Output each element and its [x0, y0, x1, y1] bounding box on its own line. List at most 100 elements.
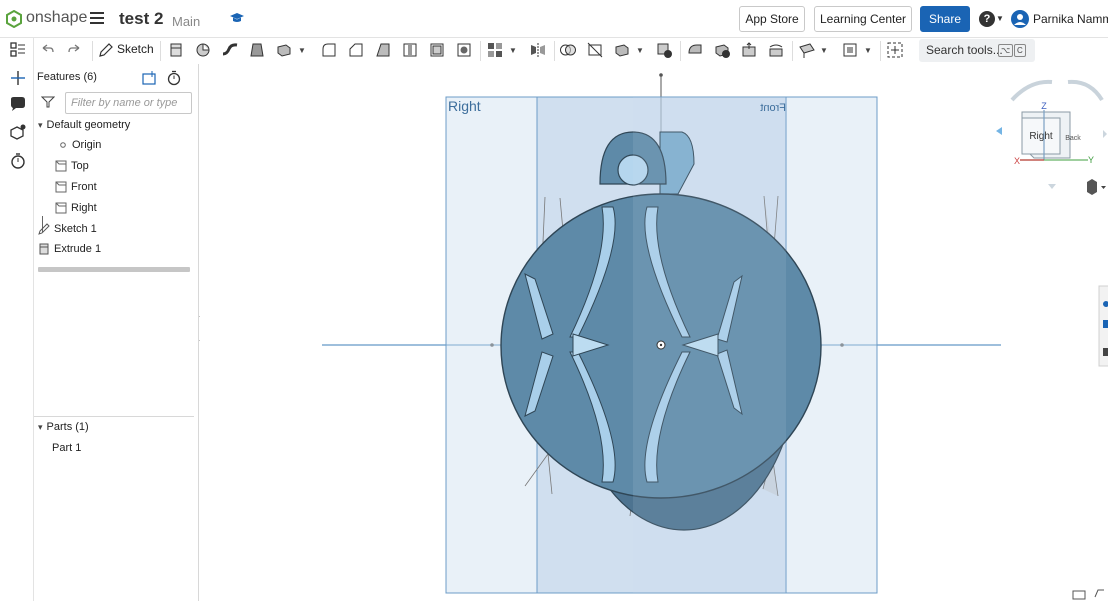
chevron-down-icon[interactable]: ▾	[38, 422, 43, 433]
search-tools-button[interactable]: Search tools... ⌥ C	[919, 39, 1035, 62]
shell-icon[interactable]	[428, 41, 446, 59]
toolbar-divider	[480, 41, 481, 61]
parts-header[interactable]: ▾ Parts (1)	[38, 421, 89, 433]
mirror-icon[interactable]	[529, 41, 547, 59]
split-icon[interactable]	[586, 41, 604, 59]
app-store-button[interactable]: App Store	[739, 6, 805, 32]
plane-overlay	[633, 97, 786, 593]
rib-icon[interactable]	[401, 41, 419, 59]
avatar[interactable]	[1011, 10, 1029, 28]
undo-icon[interactable]	[38, 41, 56, 59]
extrude-icon	[39, 243, 49, 255]
chevron-down-icon[interactable]: ▾	[38, 120, 43, 131]
features-title: Features (6)	[37, 71, 97, 83]
menu-icon[interactable]	[90, 12, 104, 24]
graduation-cap-icon[interactable]	[230, 12, 244, 24]
sketch-button[interactable]: Sketch	[117, 42, 154, 56]
view-cube-rotate-arc[interactable]	[1010, 79, 1053, 102]
view-options-button[interactable]	[1087, 179, 1106, 195]
view-cube-face-label: Right	[1029, 131, 1053, 142]
tree-item-origin[interactable]: Origin	[58, 139, 101, 151]
tree-item-right[interactable]: Right	[55, 202, 97, 214]
model-canvas[interactable]: Right Front Right Back Z X Y	[200, 64, 1108, 601]
revolve-icon[interactable]	[194, 41, 212, 59]
transform-icon[interactable]	[613, 41, 631, 59]
learning-center-button[interactable]: Learning Center	[814, 6, 912, 32]
view-cube[interactable]: Right Back Z X Y	[996, 79, 1107, 189]
boolean-icon[interactable]	[559, 41, 577, 59]
insert-feature-icon[interactable]	[9, 69, 27, 87]
chamfer-icon[interactable]	[347, 41, 365, 59]
view-cube-right-arrow[interactable]	[1103, 130, 1107, 138]
hole-icon[interactable]	[455, 41, 473, 59]
history-icon[interactable]	[9, 152, 27, 170]
document-title[interactable]: test 2	[119, 9, 163, 29]
chevron-down-icon[interactable]: ▼	[298, 46, 306, 55]
tree-label: Top	[71, 160, 89, 172]
user-name[interactable]: Parnika Nammi	[1033, 12, 1108, 26]
comment-icon[interactable]	[9, 95, 27, 113]
draft-icon[interactable]	[374, 41, 392, 59]
rollback-timer-icon[interactable]	[166, 70, 182, 86]
sweep-icon[interactable]	[221, 41, 239, 59]
plane-icon	[55, 160, 67, 172]
origin-icon	[60, 142, 66, 148]
plane-icon	[55, 202, 67, 214]
tree-item-sketch-1[interactable]: Sketch 1	[38, 223, 97, 235]
replace-face-icon[interactable]	[767, 41, 785, 59]
bottom-right-icons[interactable]	[1072, 589, 1104, 600]
right-plane-label: Right	[448, 98, 481, 114]
tree-item-extrude-1[interactable]: Extrude 1	[38, 243, 101, 255]
horizontal-scrollbar[interactable]	[38, 267, 190, 272]
view-cube-left-arrow[interactable]	[996, 127, 1002, 135]
help-icon[interactable]: ?	[979, 11, 995, 27]
search-tools-label: Search tools...	[926, 43, 1003, 57]
move-face-icon[interactable]	[740, 41, 758, 59]
fillet-icon[interactable]	[320, 41, 338, 59]
view-cube-rotate-arc[interactable]	[1067, 79, 1104, 102]
thicken-icon[interactable]	[275, 41, 293, 59]
sketch-pencil-icon	[38, 223, 50, 235]
modify-fillet-icon[interactable]	[686, 41, 704, 59]
mate-connector-icon[interactable]	[841, 41, 859, 59]
shortcut-key-option: ⌥	[998, 44, 1014, 57]
feature-toolbar: Sketch ▼ ▼ ▼ ▼ ▼ Search tools... ⌥ C	[34, 38, 1108, 64]
tree-item-top[interactable]: Top	[55, 160, 89, 172]
parts-icon[interactable]	[9, 124, 27, 142]
toolbar-divider	[554, 41, 555, 61]
pattern-icon[interactable]	[486, 41, 504, 59]
feature-list-panel: Features (6) ▾Default geometry Origin To…	[34, 64, 199, 601]
onshape-logo-icon[interactable]	[6, 10, 22, 28]
loft-icon[interactable]	[248, 41, 266, 59]
chevron-down-icon[interactable]: ▼	[996, 14, 1004, 23]
sketch-pencil-icon[interactable]	[97, 41, 115, 59]
parts-divider[interactable]	[34, 416, 194, 417]
tree-item-front[interactable]: Front	[55, 181, 97, 193]
delete-part-icon[interactable]	[655, 41, 673, 59]
delete-face-icon[interactable]	[713, 41, 731, 59]
front-plane-label: Front	[760, 102, 786, 114]
branch-label[interactable]: Main	[172, 14, 200, 29]
plane-icon[interactable]	[798, 41, 816, 59]
tree-item-default-geometry[interactable]: ▾ Default geometry	[38, 119, 130, 131]
view-cube-down-arrow[interactable]	[1048, 184, 1056, 189]
chevron-down-icon[interactable]: ▼	[864, 46, 872, 55]
chevron-down-icon[interactable]: ▼	[636, 46, 644, 55]
tree-label: Origin	[72, 139, 102, 151]
brand-name[interactable]: onshape	[26, 9, 87, 27]
filter-input[interactable]	[65, 92, 192, 114]
extrude-icon[interactable]	[167, 41, 185, 59]
view-cube-side-label: Back	[1065, 135, 1081, 142]
tree-label: Right	[71, 202, 97, 214]
feature-list-icon[interactable]	[9, 41, 27, 59]
redo-icon[interactable]	[66, 41, 84, 59]
graphics-viewport[interactable]: Right Front Right Back Z X Y	[200, 64, 1108, 601]
add-custom-feature-icon[interactable]	[886, 41, 904, 59]
chevron-down-icon[interactable]: ▼	[509, 46, 517, 55]
chevron-down-icon[interactable]: ▼	[820, 46, 828, 55]
add-folder-icon[interactable]	[142, 70, 158, 86]
part-item[interactable]: Part 1	[52, 442, 81, 454]
filter-icon[interactable]	[41, 95, 55, 109]
share-button[interactable]: Share	[920, 6, 970, 32]
appearance-panel-stub[interactable]	[1098, 285, 1108, 367]
